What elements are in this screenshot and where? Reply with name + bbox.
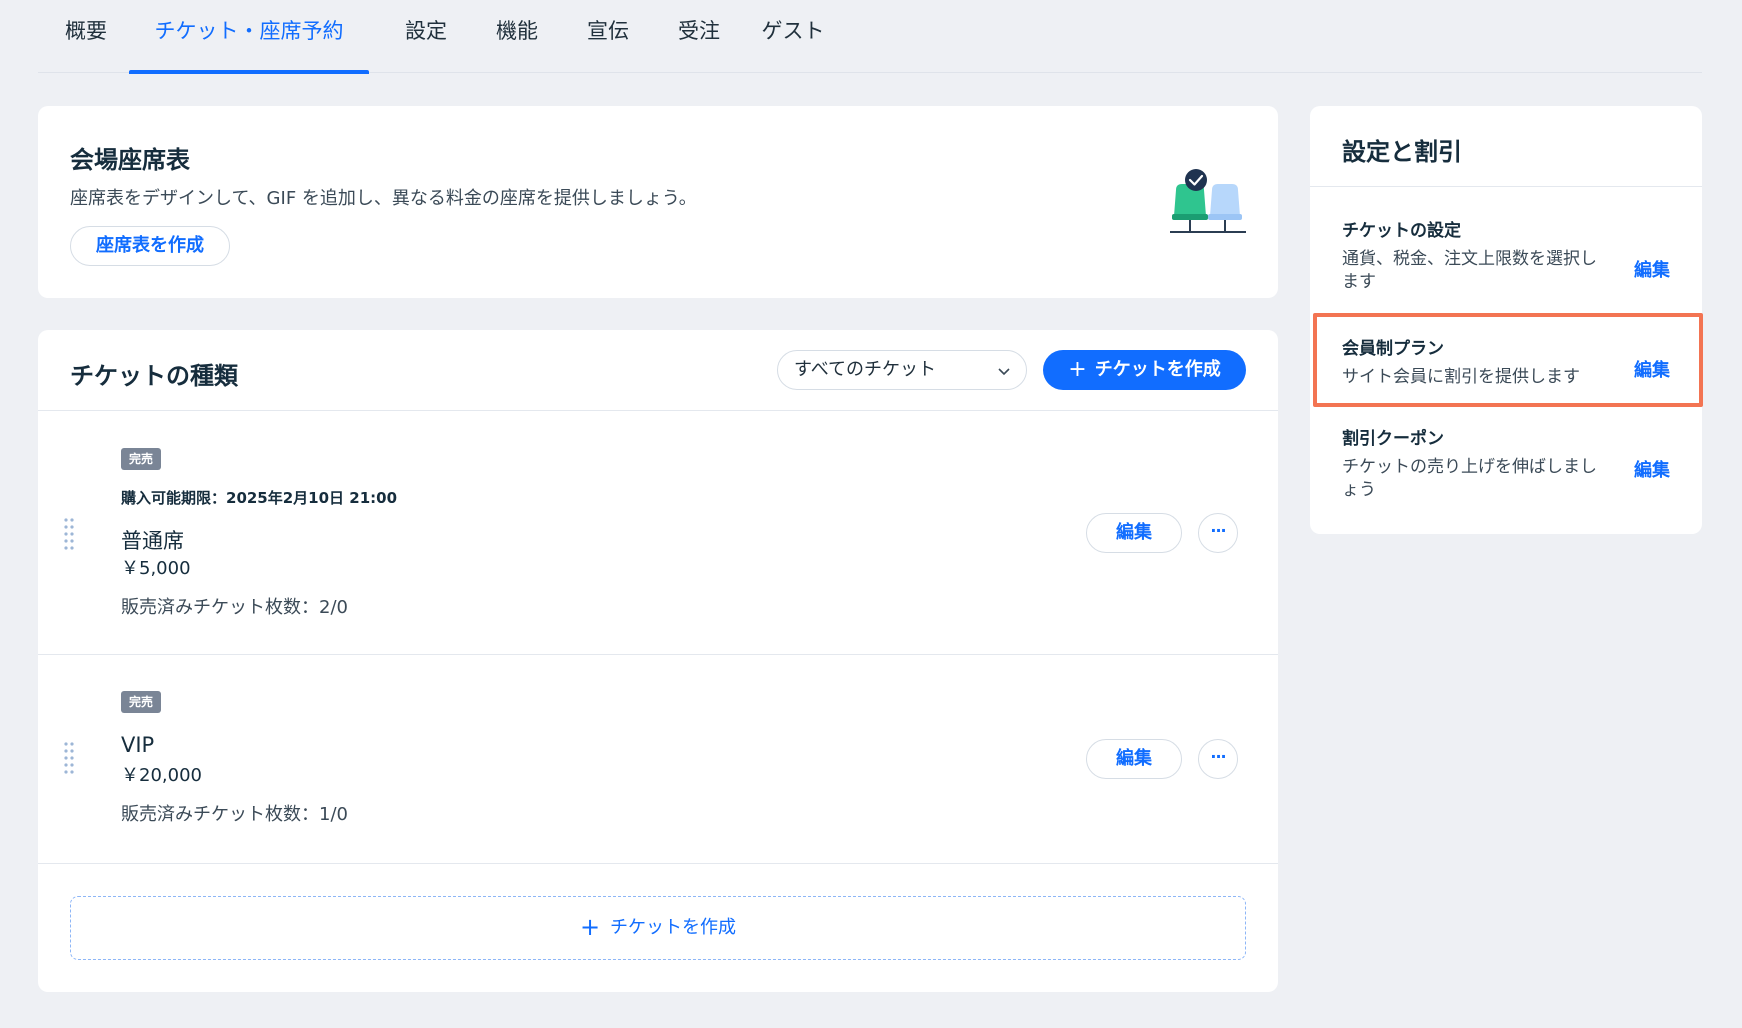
ticket-name: VIP [121, 733, 155, 757]
settings-item-description: チケットの売り上げを伸ばしましょう [1342, 457, 1597, 500]
tab-settings[interactable]: 設定 [378, 0, 474, 73]
create-ticket-label: チケットを作成 [1094, 359, 1221, 380]
more-icon[interactable]: ··· [1198, 513, 1238, 553]
ticket-row: 完売 購入可能期限：2025年2月10日 21:00 普通席 ￥5,000 販売… [38, 411, 1278, 654]
plus-icon: + [579, 913, 601, 941]
seat-map-illustration [1170, 169, 1246, 233]
drag-handle-icon[interactable] [64, 741, 74, 775]
settings-item-description: サイト会員に割引を提供します [1342, 367, 1580, 387]
ticket-sold-count: 販売済みチケット枚数：1/0 [121, 804, 348, 825]
sold-out-badge: 完売 [121, 691, 162, 713]
ticket-name: 普通席 [121, 529, 184, 553]
settings-item-discount-coupon: 割引クーポン チケットの売り上げを伸ばしましょう 編集 [1310, 424, 1702, 514]
add-ticket-label: チケットを作成 [610, 917, 737, 938]
settings-item-ticket-settings: チケットの設定 通貨、税金、注文上限数を選択します 編集 [1310, 216, 1702, 311]
edit-ticket-button[interactable]: 編集 [1086, 739, 1182, 779]
edit-ticket-settings-link[interactable]: 編集 [1634, 256, 1670, 282]
tab-tickets-seating[interactable]: チケット・座席予約 [129, 0, 369, 74]
plus-icon: + [1068, 357, 1087, 382]
create-ticket-button[interactable]: + チケットを作成 [1043, 350, 1246, 390]
ticket-types-title: チケットの種類 [70, 362, 238, 390]
settings-panel-title: 設定と割引 [1342, 138, 1462, 166]
edit-ticket-button[interactable]: 編集 [1086, 513, 1182, 553]
more-icon[interactable]: ··· [1198, 739, 1238, 779]
divider [38, 863, 1278, 864]
ticket-types-card: チケットの種類 すべてのチケット + チケットを作成 完売 購入可能期限：2025… [38, 330, 1278, 992]
tab-overview[interactable]: 概要 [38, 0, 134, 73]
settings-item-description: 通貨、税金、注文上限数を選択します [1342, 249, 1597, 292]
ticket-sold-count: 販売済みチケット枚数：2/0 [121, 597, 348, 618]
ticket-filter-select[interactable]: すべてのチケット [777, 350, 1027, 390]
tab-guests[interactable]: ゲスト [738, 0, 848, 73]
tab-promotion[interactable]: 宣伝 [560, 0, 656, 73]
edit-discount-coupon-link[interactable]: 編集 [1634, 456, 1670, 482]
ticket-price: ￥20,000 [121, 765, 202, 786]
seating-chart-card: 会場座席表 座席表をデザインして、GIF を追加し、異なる料金の座席を提供しまし… [38, 106, 1278, 298]
drag-handle-icon[interactable] [64, 517, 74, 551]
divider [1310, 186, 1702, 187]
settings-item-title: 割引クーポン [1342, 429, 1444, 449]
ticket-row: 完売 VIP ￥20,000 販売済みチケット枚数：1/0 編集 ··· [38, 655, 1278, 863]
chevron-down-icon [998, 368, 1010, 376]
tab-bar: 概要 チケット・座席予約 設定 機能 宣伝 受注 ゲスト [38, 0, 1702, 74]
ticket-deadline: 購入可能期限：2025年2月10日 21:00 [121, 489, 398, 507]
add-ticket-button[interactable]: + チケットを作成 [70, 896, 1246, 960]
tab-orders[interactable]: 受注 [651, 0, 747, 73]
check-icon [1185, 169, 1207, 191]
edit-membership-plan-link[interactable]: 編集 [1634, 356, 1670, 382]
settings-discounts-panel: 設定と割引 チケットの設定 通貨、税金、注文上限数を選択します 編集 会員制プラ… [1310, 106, 1702, 534]
seating-chart-description: 座席表をデザインして、GIF を追加し、異なる料金の座席を提供しましょう。 [70, 188, 697, 209]
create-seating-map-button[interactable]: 座席表を作成 [70, 226, 230, 266]
ticket-filter-value: すべてのチケット [794, 359, 937, 380]
settings-item-membership-plan: 会員制プラン サイト会員に割引を提供します 編集 [1310, 334, 1702, 404]
settings-item-title: 会員制プラン [1342, 339, 1444, 359]
tab-features[interactable]: 機能 [469, 0, 565, 73]
settings-item-title: チケットの設定 [1342, 221, 1461, 241]
seating-chart-title: 会場座席表 [70, 146, 190, 174]
sold-out-badge: 完売 [121, 448, 162, 470]
ticket-price: ￥5,000 [121, 558, 191, 579]
